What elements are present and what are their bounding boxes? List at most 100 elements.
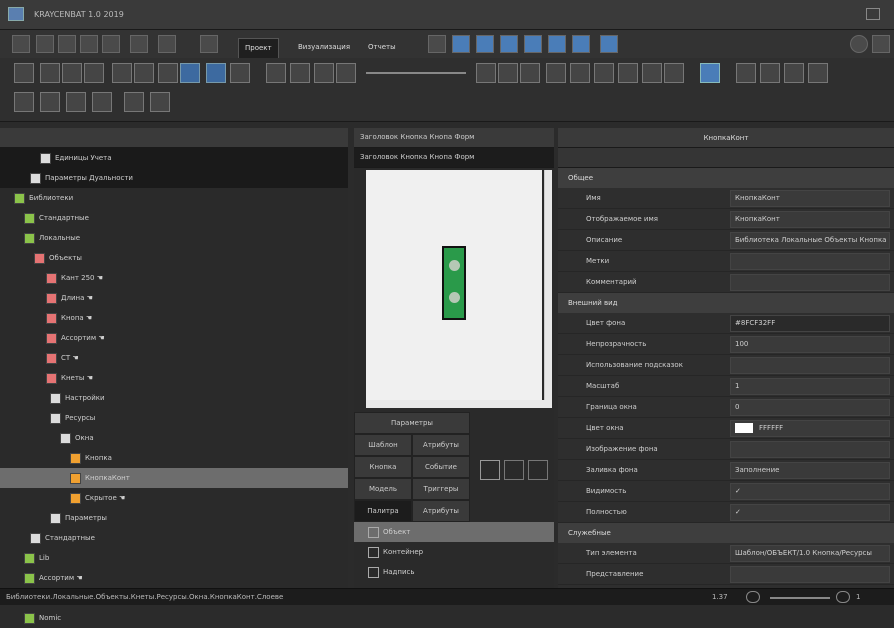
- upload-icon[interactable]: [200, 35, 218, 53]
- layout-icon-5[interactable]: [524, 35, 542, 53]
- property-value[interactable]: Заполнение: [730, 462, 890, 479]
- order2-icon[interactable]: [760, 63, 780, 83]
- tree-item[interactable]: Окна: [0, 428, 348, 448]
- category-button[interactable]: Шаблон: [354, 434, 412, 456]
- tree-item[interactable]: Скрытое ☚: [0, 488, 348, 508]
- grid4-icon[interactable]: [336, 63, 356, 83]
- property-section[interactable]: Общее: [558, 168, 894, 188]
- tree-item[interactable]: СТ ☚: [0, 348, 348, 368]
- preview-tab-2[interactable]: Заголовок Кнопка Кнопа Форм: [354, 148, 554, 168]
- tab-project[interactable]: Проект: [238, 38, 279, 58]
- select-icon[interactable]: [14, 63, 34, 83]
- tool4-icon[interactable]: [92, 92, 112, 112]
- tree-item[interactable]: Библиотеки: [0, 188, 348, 208]
- copy2-icon[interactable]: [84, 63, 104, 83]
- layout-icon[interactable]: [428, 35, 446, 53]
- palette-item[interactable]: Контейнер: [354, 542, 554, 562]
- property-value[interactable]: 1: [730, 378, 890, 395]
- property-value[interactable]: 0: [730, 399, 890, 416]
- property-value[interactable]: КнопкаКонт: [730, 211, 890, 228]
- save-all-icon[interactable]: [80, 35, 98, 53]
- paste-icon[interactable]: [112, 63, 132, 83]
- grid3-icon[interactable]: [314, 63, 334, 83]
- property-value[interactable]: ✓: [730, 504, 890, 521]
- layout-icon-7[interactable]: [572, 35, 590, 53]
- distribute-icon[interactable]: [546, 63, 566, 83]
- category-button[interactable]: Модель: [354, 478, 412, 500]
- layout-icon-3[interactable]: [476, 35, 494, 53]
- property-value[interactable]: [730, 274, 890, 291]
- zoom-out-icon[interactable]: [746, 591, 760, 603]
- distribute5-icon[interactable]: [642, 63, 662, 83]
- tree-item[interactable]: Ассортим ☚: [0, 568, 348, 588]
- tree-item[interactable]: Длина ☚: [0, 288, 348, 308]
- minimize-button[interactable]: [866, 8, 880, 20]
- group-icon[interactable]: [180, 63, 200, 83]
- delete-icon[interactable]: [158, 63, 178, 83]
- property-value[interactable]: 100: [730, 336, 890, 353]
- align-left-icon[interactable]: [476, 63, 496, 83]
- tree-item[interactable]: Параметры: [0, 508, 348, 528]
- view-list-icon[interactable]: [504, 460, 524, 480]
- property-value[interactable]: [730, 253, 890, 270]
- tree-item[interactable]: Nomic: [0, 608, 348, 628]
- save-icon[interactable]: [58, 35, 76, 53]
- tool1-icon[interactable]: [14, 92, 34, 112]
- button-control[interactable]: [442, 246, 466, 320]
- copy-icon[interactable]: [102, 35, 120, 53]
- tree-item[interactable]: Lib: [0, 548, 348, 568]
- menu-icon[interactable]: [12, 35, 30, 53]
- pointer-icon[interactable]: [206, 63, 226, 83]
- tree-item[interactable]: Локальные: [0, 228, 348, 248]
- add-icon[interactable]: [40, 63, 60, 83]
- property-value[interactable]: Шаблон/ОБЪЕКТ/1.0 Кнопка/Ресурсы: [730, 545, 890, 562]
- distribute4-icon[interactable]: [618, 63, 638, 83]
- tree-item[interactable]: Настройки: [0, 388, 348, 408]
- layout-icon-6[interactable]: [548, 35, 566, 53]
- tree-item[interactable]: Кнеты ☚: [0, 368, 348, 388]
- tree-item[interactable]: Объекты: [0, 248, 348, 268]
- property-value[interactable]: #8FCF32FF: [730, 315, 890, 332]
- tree-item[interactable]: Кант 250 ☚: [0, 268, 348, 288]
- property-section[interactable]: Внешний вид: [558, 293, 894, 313]
- category-button[interactable]: Палитра: [354, 500, 412, 522]
- tab-reports[interactable]: Отчеты: [362, 38, 402, 58]
- view-grid-icon[interactable]: [480, 460, 500, 480]
- layout-icon-8[interactable]: [600, 35, 618, 53]
- canvas-hscroll[interactable]: [366, 400, 552, 408]
- tool5-icon[interactable]: [124, 92, 144, 112]
- new-icon[interactable]: [36, 35, 54, 53]
- property-value[interactable]: Библиотека Локальные Объекты Кнопка: [730, 232, 890, 249]
- order-icon[interactable]: [736, 63, 756, 83]
- tree-item[interactable]: Единицы Учета: [0, 148, 348, 168]
- tree-item[interactable]: Кнопка: [0, 448, 348, 468]
- distribute2-icon[interactable]: [570, 63, 590, 83]
- property-value[interactable]: ✓: [730, 483, 890, 500]
- property-section[interactable]: Служебные: [558, 523, 894, 543]
- tree-item[interactable]: Ассортим ☚: [0, 328, 348, 348]
- redo-icon[interactable]: [158, 35, 176, 53]
- category-button[interactable]: Атрибуты: [412, 500, 470, 522]
- distribute3-icon[interactable]: [594, 63, 614, 83]
- category-button[interactable]: Атрибуты: [412, 434, 470, 456]
- help-icon[interactable]: [850, 35, 868, 53]
- tree-item[interactable]: Стандартные: [0, 208, 348, 228]
- zoom-slider[interactable]: [366, 72, 466, 74]
- layout-icon-2[interactable]: [452, 35, 470, 53]
- zoom-slider-status[interactable]: [770, 597, 830, 599]
- zoom-icon[interactable]: [230, 63, 250, 83]
- layout-icon-4[interactable]: [500, 35, 518, 53]
- property-value[interactable]: [730, 441, 890, 458]
- palette-item[interactable]: Надпись: [354, 562, 554, 582]
- tree-item[interactable]: Параметры Дуальности: [0, 168, 348, 188]
- tool2-icon[interactable]: [40, 92, 60, 112]
- property-value[interactable]: [730, 566, 890, 583]
- grid2-icon[interactable]: [290, 63, 310, 83]
- tree-item[interactable]: Стандартные: [0, 528, 348, 548]
- canvas-vscroll[interactable]: [544, 170, 552, 400]
- align-center-icon[interactable]: [498, 63, 518, 83]
- duplicate-icon[interactable]: [134, 63, 154, 83]
- property-value[interactable]: КнопкаКонт: [730, 190, 890, 207]
- preview-tab[interactable]: Заголовок Кнопка Кнопа Форм: [354, 128, 554, 148]
- distribute6-icon[interactable]: [664, 63, 684, 83]
